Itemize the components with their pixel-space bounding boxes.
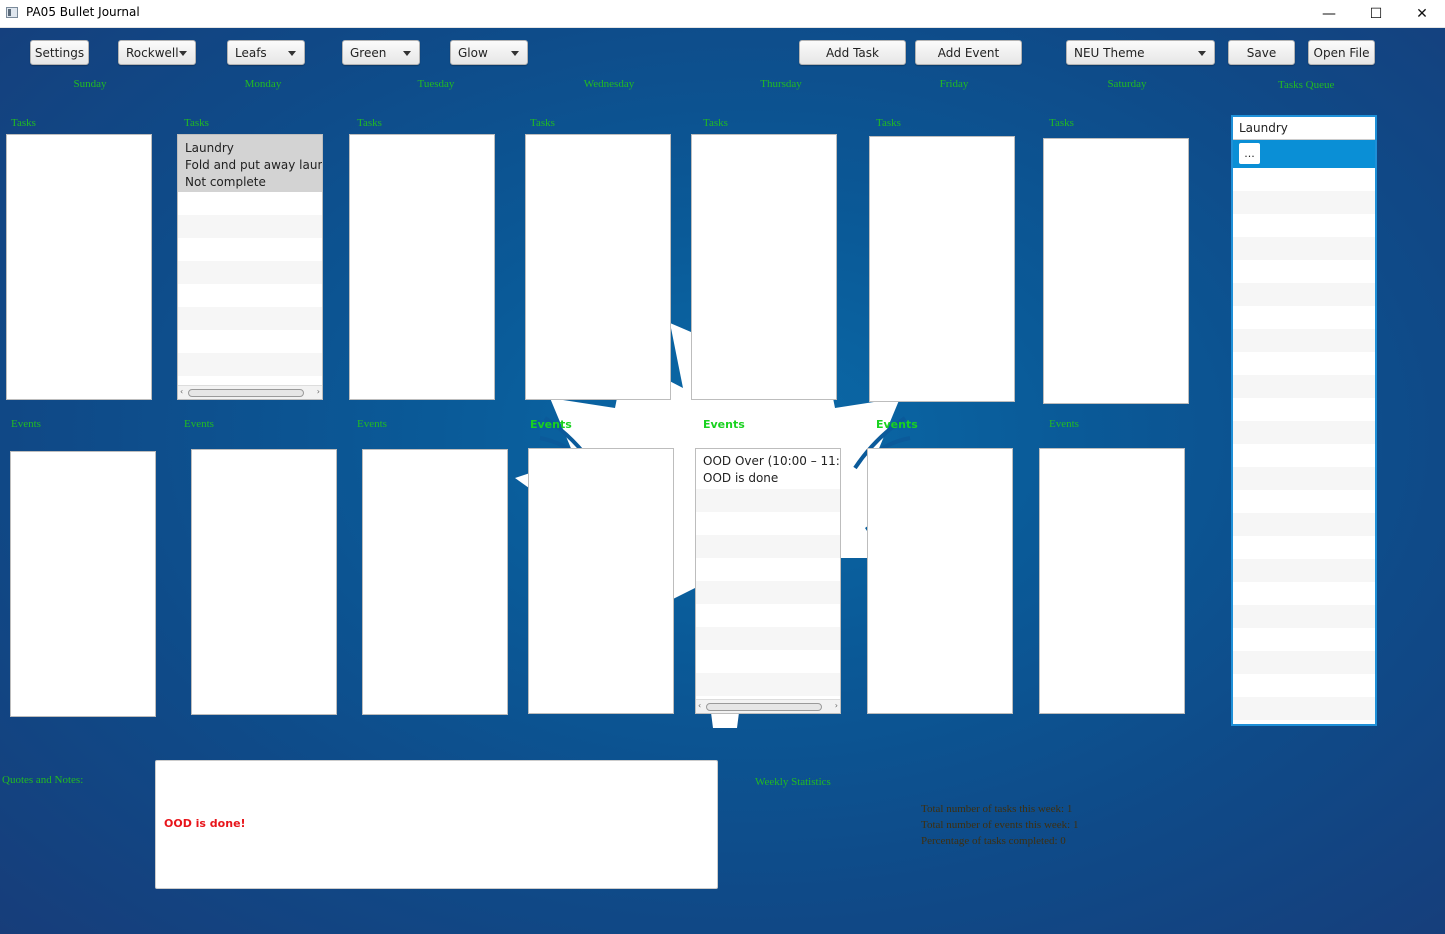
window-title: PA05 Bullet Journal xyxy=(26,5,140,19)
effect-select[interactable]: Glow xyxy=(450,40,528,65)
day-header-monday: Monday xyxy=(244,78,282,90)
notes-text: OOD is done! xyxy=(164,817,246,830)
save-button[interactable]: Save xyxy=(1228,40,1295,65)
notes-textarea[interactable]: OOD is done! xyxy=(155,760,718,889)
horizontal-scrollbar[interactable]: ‹ › xyxy=(696,699,840,713)
tasks-queue-list[interactable]: Laundry ... xyxy=(1231,115,1377,726)
horizontal-scrollbar[interactable]: ‹ › xyxy=(178,385,322,399)
minimize-button[interactable]: — xyxy=(1306,0,1352,27)
more-button[interactable]: ... xyxy=(1239,143,1260,164)
events-label: Events xyxy=(876,418,918,431)
day-header-tuesday: Tuesday xyxy=(417,78,455,90)
wednesday-event-list[interactable] xyxy=(528,448,674,714)
events-label: Events xyxy=(1049,418,1079,430)
stat-percent-complete: Percentage of tasks completed: 0 xyxy=(921,835,1066,847)
sunday-task-list[interactable] xyxy=(6,134,152,400)
background-select[interactable]: Leafs xyxy=(227,40,305,65)
tasks-label: Tasks xyxy=(357,117,382,129)
quotes-notes-label: Quotes and Notes: xyxy=(2,774,84,786)
saturday-task-list[interactable] xyxy=(1043,138,1189,404)
tasks-label: Tasks xyxy=(11,117,36,129)
tasks-queue-label: Tasks Queue xyxy=(1278,79,1335,91)
thursday-event-list[interactable]: OOD Over (10:00 – 11:00) OOD is done ‹› xyxy=(695,448,841,714)
day-header-friday: Friday xyxy=(939,78,969,90)
journal-area: Settings Rockwell Leafs Green Glow Add T… xyxy=(0,28,1445,934)
events-label: Events xyxy=(357,418,387,430)
chevron-down-icon xyxy=(1198,51,1206,56)
queue-selected-row[interactable]: ... xyxy=(1233,140,1375,168)
tasks-label: Tasks xyxy=(703,117,728,129)
events-label: Events xyxy=(703,418,745,431)
background-select-value: Leafs xyxy=(235,45,267,60)
title-bar: PA05 Bullet Journal — ☐ ✕ xyxy=(0,0,1445,28)
font-select-value: Rockwell xyxy=(126,45,179,60)
tuesday-task-list[interactable] xyxy=(349,134,495,400)
open-file-button[interactable]: Open File xyxy=(1308,40,1375,65)
queue-item-laundry[interactable]: Laundry xyxy=(1233,117,1375,140)
chevron-down-icon xyxy=(179,51,187,56)
chevron-down-icon xyxy=(511,51,519,56)
tasks-label: Tasks xyxy=(876,117,901,129)
maximize-button[interactable]: ☐ xyxy=(1353,0,1399,27)
font-select[interactable]: Rockwell xyxy=(118,40,196,65)
sunday-event-list[interactable] xyxy=(10,451,156,717)
chevron-down-icon xyxy=(403,51,411,56)
wednesday-task-list[interactable] xyxy=(525,134,671,400)
tasks-label: Tasks xyxy=(184,117,209,129)
day-header-sunday: Sunday xyxy=(73,78,107,90)
tuesday-event-list[interactable] xyxy=(362,449,508,715)
task-status: Not complete xyxy=(185,175,266,189)
saturday-event-list[interactable] xyxy=(1039,448,1185,714)
weekly-stats-label: Weekly Statistics xyxy=(755,776,831,788)
thursday-task-list[interactable] xyxy=(691,134,837,400)
tasks-label: Tasks xyxy=(1049,117,1074,129)
task-description: Fold and put away laundry xyxy=(185,158,322,172)
monday-task-list[interactable]: Laundry Fold and put away laundry Not co… xyxy=(177,134,323,400)
close-button[interactable]: ✕ xyxy=(1399,0,1445,27)
app-icon xyxy=(6,7,18,18)
day-header-thursday: Thursday xyxy=(760,78,802,90)
event-name: OOD Over (10:00 – 11:00) xyxy=(703,454,840,468)
theme-select-value: NEU Theme xyxy=(1074,45,1145,60)
stat-total-events: Total number of events this week: 1 xyxy=(921,819,1079,831)
settings-button[interactable]: Settings xyxy=(30,40,89,65)
chevron-down-icon xyxy=(288,51,296,56)
stat-total-tasks: Total number of tasks this week: 1 xyxy=(921,803,1073,815)
events-label: Events xyxy=(11,418,41,430)
monday-event-list[interactable] xyxy=(191,449,337,715)
add-task-button[interactable]: Add Task xyxy=(799,40,906,65)
add-event-button[interactable]: Add Event xyxy=(915,40,1022,65)
day-header-saturday: Saturday xyxy=(1107,78,1147,90)
event-description: OOD is done xyxy=(703,471,779,485)
effect-select-value: Glow xyxy=(458,45,488,60)
color-select-value: Green xyxy=(350,45,387,60)
day-header-wednesday: Wednesday xyxy=(583,78,635,90)
task-name: Laundry xyxy=(185,141,234,155)
friday-event-list[interactable] xyxy=(867,448,1013,714)
event-item-ood[interactable]: OOD Over (10:00 – 11:00) OOD is done xyxy=(696,449,840,489)
friday-task-list[interactable] xyxy=(869,136,1015,402)
tasks-label: Tasks xyxy=(530,117,555,129)
events-label: Events xyxy=(530,418,572,431)
events-label: Events xyxy=(184,418,214,430)
theme-select[interactable]: NEU Theme xyxy=(1066,40,1215,65)
task-item-laundry[interactable]: Laundry Fold and put away laundry Not co… xyxy=(178,135,322,192)
color-select[interactable]: Green xyxy=(342,40,420,65)
